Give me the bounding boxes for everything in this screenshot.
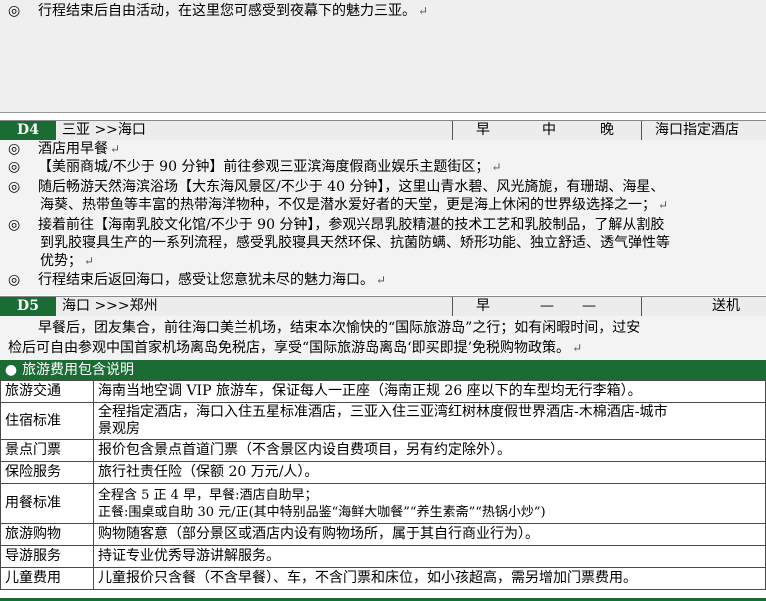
bullet-icon: ◎ — [8, 217, 21, 233]
bullet-icon: ◎ — [8, 179, 21, 195]
day4-route: 三亚 >>海口 — [62, 122, 146, 138]
table-row: 旅游购物 购物随客意（部分景区或酒店内设有购物场所，属于其自行商业行为）。 — [0, 523, 766, 546]
day5-meal-dinner: — — [582, 298, 596, 314]
cost-value-line: 海南当地空调 VIP 旅游车，保证每人一正座（海南正规 26 座以下的车型均无行… — [98, 383, 642, 399]
day5-hotel: 送机 — [712, 298, 740, 314]
day4-itinerary: ◎ 酒店用早餐 ↵ ◎ 【美丽商城/不少于 90 分钟】前往参观三亚滨海度假商业娱乐主… — [0, 140, 766, 295]
table-row: 导游服务 持证专业优秀导游讲解服务。 — [0, 545, 766, 568]
list-item: ◎ 随后畅游天然海滨浴场【大东海风景区/不少于 40 分钟】，这里山青水碧、风光旖… — [8, 179, 665, 195]
bullet-icon: ◎ — [8, 159, 21, 175]
cost-label: 旅游购物 — [0, 523, 94, 546]
cost-label: 保险服务 — [0, 461, 94, 484]
cost-value-line: 报价包含景点首道门票（不含景区内设自费项目，另有约定除外）。 — [98, 442, 511, 458]
divider — [452, 121, 453, 140]
cost-value: 海南当地空调 VIP 旅游车，保证每人一正座（海南正规 26 座以下的车型均无行… — [93, 380, 766, 403]
cost-label: 导游服务 — [0, 545, 94, 568]
day4-header: D4 三亚 >>海口 早 中 晚 海口指定酒店 — [0, 120, 766, 141]
divider — [452, 297, 453, 316]
cost-value-line: 景观房 — [98, 421, 140, 437]
cost-label: 儿童费用 — [0, 567, 94, 590]
day5-meal-breakfast: 早 — [476, 298, 490, 314]
divider — [641, 121, 642, 140]
cost-value-line: 全程含 5 正 4 早，早餐:酒店自助早； — [98, 487, 318, 503]
day4-meal-dinner: 晚 — [600, 122, 614, 138]
cost-table: 旅游交通 海南当地空调 VIP 旅游车，保证每人一正座（海南正规 26 座以下的车… — [0, 380, 766, 590]
cost-value: 持证专业优秀导游讲解服务。 — [93, 545, 766, 568]
previous-day-line: ◎ 行程结束后自由活动，在这里您可感受到夜幕下的魅力三亚。 ↵ — [8, 3, 429, 19]
cost-value: 报价包含景点首道门票（不含景区内设自费项目，另有约定除外）。 — [93, 439, 766, 462]
bullet-icon: ◎ — [8, 272, 21, 288]
day5-route: 海口 >>>郑州 — [62, 298, 158, 314]
previous-day-section: ◎ 行程结束后自由活动，在这里您可感受到夜幕下的魅力三亚。 ↵ — [0, 0, 766, 113]
day5-desc-line: 早餐后，团友集合，前往海口美兰机场，结束本次愉快的“国际旅游岛”之行；如有闲暇时… — [38, 320, 641, 336]
cost-label: 景点门票 — [0, 439, 94, 462]
day4-hotel: 海口指定酒店 — [655, 122, 739, 138]
cost-label: 住宿标准 — [0, 402, 94, 440]
table-row: 用餐标准 全程含 5 正 4 早，早餐:酒店自助早； 正餐:围桌或自助 30 元/正… — [0, 483, 766, 524]
day5-desc-line: 检后可自由参观中国首家机场离岛免税店，享受“国际旅游岛离岛‘即买即提’免税购物政… — [8, 340, 583, 356]
cost-value: 全程含 5 正 4 早，早餐:酒店自助早； 正餐:围桌或自助 30 元/正(其中特… — [93, 483, 766, 524]
day5-label: D5 — [0, 297, 56, 316]
day4-meal-lunch: 中 — [542, 122, 556, 138]
cost-value: 旅行社责任险（保额 20 万元/人）。 — [93, 461, 766, 484]
cost-section-header: ● 旅游费用包含说明 — [0, 360, 766, 380]
table-row: 旅游交通 海南当地空调 VIP 旅游车，保证每人一正座（海南正规 26 座以下的车… — [0, 380, 766, 403]
bullet-icon: ◎ — [8, 141, 21, 157]
list-item-continuation: 海葵、热带鱼等丰富的热带海洋物种，不仅是潜水爱好者的天堂，更是海上休闲的世界级选… — [40, 197, 669, 213]
list-item: ◎ 【美丽商城/不少于 90 分钟】前往参观三亚滨海度假商业娱乐主题街区； ↵ — [8, 159, 502, 175]
list-item-continuation: 优势； ↵ — [40, 253, 95, 269]
cost-label: 旅游交通 — [0, 380, 94, 403]
day5-header: D5 海口 >>>郑州 早 — — 送机 — [0, 296, 766, 317]
divider — [641, 297, 642, 316]
cost-value-line: 旅行社责任险（保额 20 万元/人）。 — [98, 464, 319, 480]
cost-value-line: 儿童报价只含餐（不含早餐）、车，不含门票和床位，如小孩超高，需另增加门票费用。 — [98, 570, 637, 586]
cost-label: 用餐标准 — [0, 483, 94, 524]
cost-value-line: 购物随客意（部分景区或酒店内设有购物场所，属于其自行商业行为）。 — [98, 526, 539, 542]
list-item: ◎ 行程结束后返回海口，感受让您意犹未尽的魅力海口。 ↵ — [8, 272, 387, 288]
day4-label: D4 — [0, 121, 56, 140]
cost-value-line: 正餐:围桌或自助 30 元/正(其中特别品鉴“海鲜大咖餐”“养生素斋”“热锅小炒… — [98, 504, 546, 520]
day5-itinerary: 早餐后，团友集合，前往海口美兰机场，结束本次愉快的“国际旅游岛”之行；如有闲暇时… — [0, 316, 766, 360]
table-row: 儿童费用 儿童报价只含餐（不含早餐）、车，不含门票和床位，如小孩超高，需另增加门票… — [0, 567, 766, 590]
cost-value: 购物随客意（部分景区或酒店内设有购物场所，属于其自行商业行为）。 — [93, 523, 766, 546]
day4-meal-breakfast: 早 — [476, 122, 490, 138]
table-row: 景点门票 报价包含景点首道门票（不含景区内设自费项目，另有约定除外）。 — [0, 439, 766, 462]
table-row: 住宿标准 全程指定酒店，海口入住五星标准酒店，三亚入住三亚湾红树林度假世界酒店-木… — [0, 402, 766, 440]
cost-value: 儿童报价只含餐（不含早餐）、车，不含门票和床位，如小孩超高，需另增加门票费用。 — [93, 567, 766, 590]
list-item: ◎ 接着前往【海南乳胶文化馆/不少于 90 分钟】，参观兴昂乳胶精湛的技术工艺和乳… — [8, 217, 665, 233]
bullet-icon: ◎ — [8, 3, 21, 19]
day5-meal-lunch: — — [540, 298, 554, 314]
cost-value-line: 持证专业优秀导游讲解服务。 — [98, 548, 280, 564]
cost-value: 全程指定酒店，海口入住五星标准酒店，三亚入住三亚湾红树林度假世界酒店-木棉酒店-… — [93, 402, 766, 440]
table-row: 保险服务 旅行社责任险（保额 20 万元/人）。 — [0, 461, 766, 484]
bullet-dot-icon: ● — [4, 362, 18, 378]
list-item: ◎ 酒店用早餐 ↵ — [8, 141, 121, 157]
cost-value-line: 全程指定酒店，海口入住五星标准酒店，三亚入住三亚湾红树林度假世界酒店-木棉酒店-… — [98, 404, 668, 420]
list-item-continuation: 到乳胶寝具生产的一系列流程，感受乳胶寝具天然环保、抗菌防螨、矫形功能、独立舒适、… — [40, 235, 670, 251]
